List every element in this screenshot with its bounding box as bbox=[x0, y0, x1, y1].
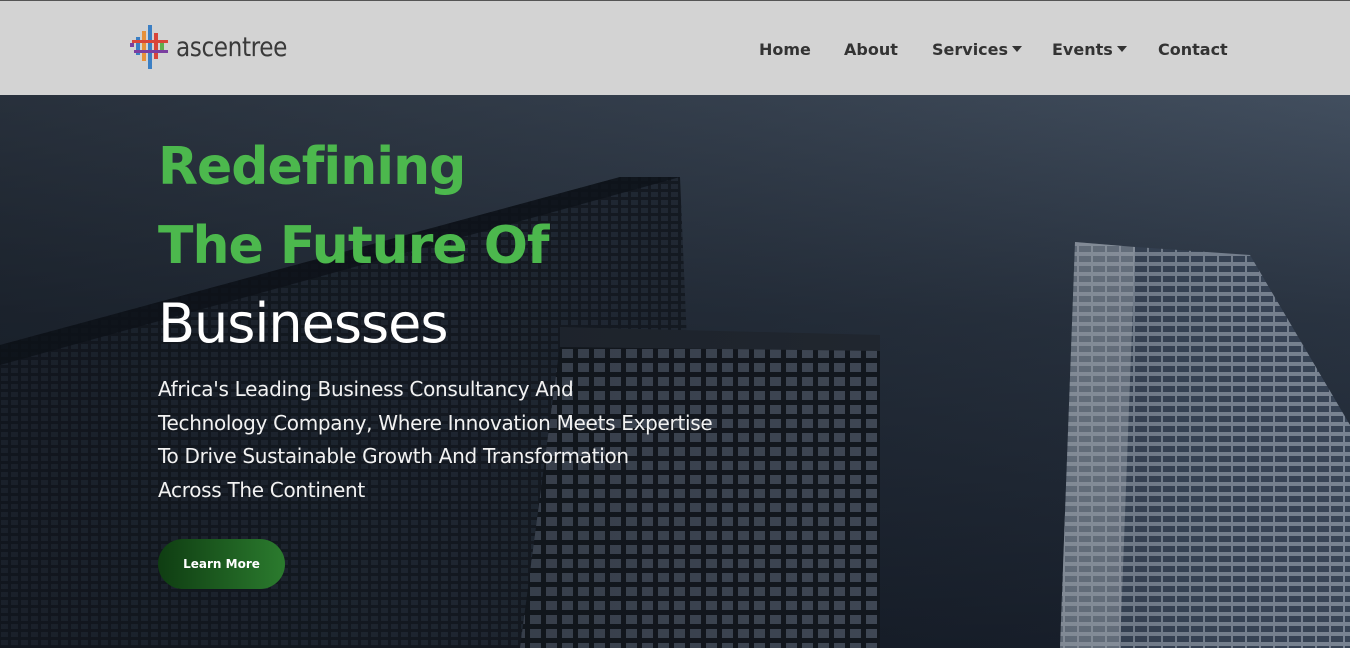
learn-more-button[interactable]: Learn More bbox=[158, 539, 285, 589]
nav-events[interactable]: Events bbox=[1052, 37, 1127, 61]
hero-heading-line2: The Future Of bbox=[158, 216, 550, 276]
nav-events-label: Events bbox=[1052, 39, 1113, 59]
nav-home[interactable]: Home bbox=[759, 37, 811, 61]
top-navigation-bar: ascentree Home About Services Events Con… bbox=[0, 0, 1350, 95]
caret-down-icon bbox=[1116, 46, 1127, 52]
hero-description-line1: Africa's Leading Business Consultancy An… bbox=[158, 377, 574, 401]
nav-services-label: Services bbox=[932, 39, 1009, 59]
hero-heading-line1: Redefining bbox=[158, 137, 466, 197]
nav-home-label: Home bbox=[759, 39, 811, 59]
brand-logo[interactable]: ascentree bbox=[128, 23, 305, 71]
nav-contact[interactable]: Contact bbox=[1158, 37, 1228, 61]
nav-about-label: About bbox=[844, 39, 898, 59]
brand-name: ascentree bbox=[176, 31, 287, 63]
hero-description: Africa's Leading Business Consultancy An… bbox=[158, 373, 778, 507]
hero-heading-line3: Businesses bbox=[158, 292, 448, 355]
hero-description-line4: Across The Continent bbox=[158, 477, 365, 502]
caret-down-icon bbox=[1012, 46, 1023, 52]
nav-services[interactable]: Services bbox=[932, 37, 1023, 61]
hero-description-line2: Technology Company, Where Innovation Mee… bbox=[158, 410, 713, 435]
nav-contact-label: Contact bbox=[1158, 39, 1228, 59]
hero-description-line3: To Drive Sustainable Growth And Transfor… bbox=[158, 444, 629, 468]
nav-about[interactable]: About bbox=[844, 37, 898, 61]
ascentree-logo-icon bbox=[130, 25, 168, 69]
